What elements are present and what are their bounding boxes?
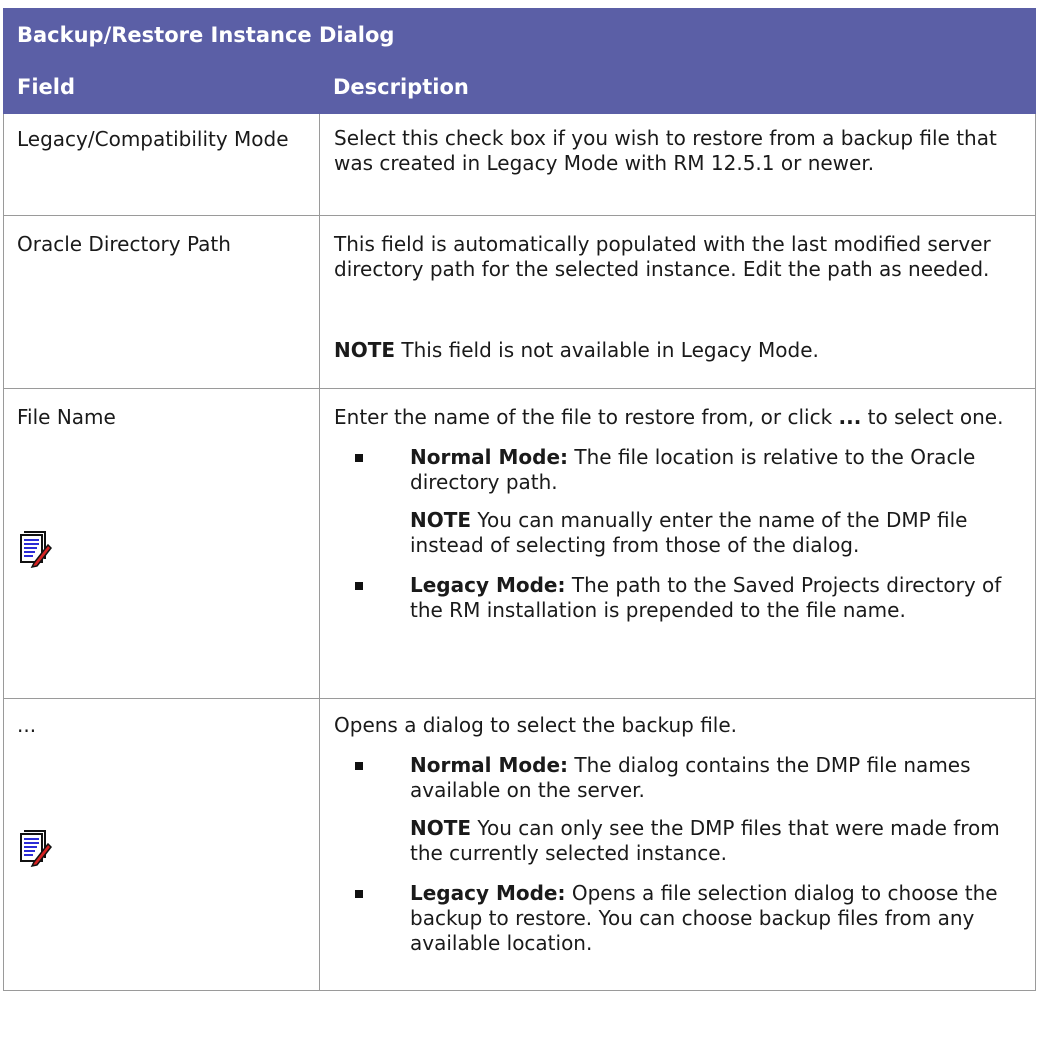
- mode-label: Legacy Mode:: [410, 573, 566, 597]
- field-name: ...: [17, 713, 37, 737]
- mode-list: Legacy Mode: The path to the Saved Proje…: [334, 573, 1009, 623]
- note-icon: [20, 531, 52, 568]
- mode-list: Normal Mode: The dialog contains the DMP…: [334, 753, 1009, 803]
- description-part: to select one.: [861, 405, 1004, 429]
- note-body: You can only see the DMP files that were…: [410, 816, 1000, 865]
- field-cell: File Name: [3, 388, 320, 699]
- note-text: NOTE This field is not available in Lega…: [334, 338, 1009, 363]
- table-row: File Name Enter the name of the file to …: [3, 388, 1036, 699]
- field-description-table: Backup/Restore Instance Dialog Field Des…: [3, 8, 1036, 991]
- list-item: Normal Mode: The dialog contains the DMP…: [334, 753, 1009, 803]
- list-item: Legacy Mode: The path to the Saved Proje…: [334, 573, 1009, 623]
- bullet-icon: [355, 762, 363, 770]
- mode-label: Normal Mode:: [410, 753, 569, 777]
- field-cell: ...: [3, 698, 320, 991]
- mode-list: Legacy Mode: Opens a file selection dial…: [334, 881, 1009, 956]
- field-cell: Legacy/Compatibility Mode: [3, 113, 320, 216]
- list-item: Legacy Mode: Opens a file selection dial…: [334, 881, 1009, 956]
- note-body: You can manually enter the name of the D…: [410, 508, 968, 557]
- field-name: Legacy/Compatibility Mode: [17, 127, 289, 151]
- description-text: Select this check box if you wish to res…: [334, 126, 997, 175]
- note-label: NOTE: [410, 816, 472, 840]
- description-cell: Enter the name of the file to restore fr…: [319, 388, 1036, 699]
- field-cell: Oracle Directory Path: [3, 215, 320, 389]
- table-row: ... Opens a dialog to select the backup …: [3, 698, 1036, 991]
- note-body: This field is not available in Legacy Mo…: [395, 338, 819, 362]
- table-title: Backup/Restore Instance Dialog: [3, 8, 1036, 61]
- description-cell: Select this check box if you wish to res…: [319, 113, 1036, 216]
- note-label: NOTE: [410, 508, 472, 532]
- field-name: Oracle Directory Path: [17, 232, 231, 256]
- note-text: NOTE You can manually enter the name of …: [334, 508, 1009, 558]
- description-cell: Opens a dialog to select the backup file…: [319, 698, 1036, 991]
- description-text: This field is automatically populated wi…: [334, 232, 991, 281]
- bullet-icon: [355, 890, 363, 898]
- table-row: Legacy/Compatibility Mode Select this ch…: [3, 113, 1036, 216]
- bullet-icon: [355, 454, 363, 462]
- note-icon: [20, 830, 52, 867]
- description-part: Enter the name of the file to restore fr…: [334, 405, 839, 429]
- table-row: Oracle Directory Path This field is auto…: [3, 215, 1036, 389]
- description-text: Opens a dialog to select the backup file…: [334, 713, 738, 737]
- bullet-icon: [355, 582, 363, 590]
- mode-label: Legacy Mode:: [410, 881, 566, 905]
- field-name: File Name: [17, 405, 116, 429]
- mode-label: Normal Mode:: [410, 445, 569, 469]
- note-text: NOTE You can only see the DMP files that…: [334, 816, 1009, 866]
- ellipsis-reference: ...: [838, 405, 862, 429]
- note-label: NOTE: [334, 338, 396, 362]
- column-header-field: Field: [3, 60, 320, 114]
- column-header-description: Description: [319, 60, 1036, 114]
- description-cell: This field is automatically populated wi…: [319, 215, 1036, 389]
- mode-list: Normal Mode: The file location is relati…: [334, 445, 1009, 495]
- description-text: Enter the name of the file to restore fr…: [334, 405, 1009, 430]
- list-item: Normal Mode: The file location is relati…: [334, 445, 1009, 495]
